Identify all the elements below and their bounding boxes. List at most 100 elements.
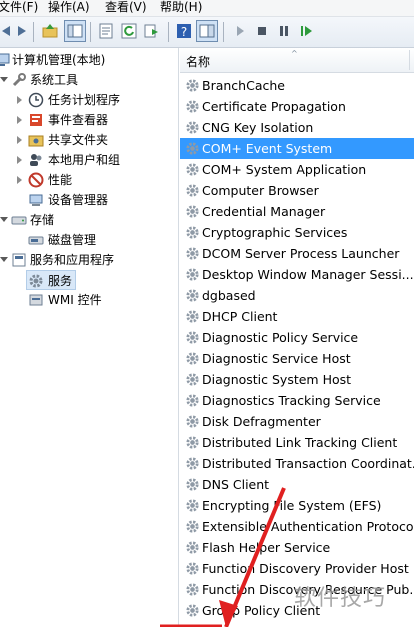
service-row[interactable]: Diagnostic Policy Service <box>180 327 414 348</box>
tree-item-root[interactable]: 计算机管理(本地) <box>0 50 178 70</box>
tree-item-system-tools[interactable]: 系统工具 <box>0 70 178 90</box>
menu-action[interactable]: 操作(A) <box>48 0 90 16</box>
tree-label-services-apps: 服务和应用程序 <box>30 253 115 267</box>
menu-help[interactable]: 帮助(H) <box>160 0 202 16</box>
event-viewer-icon <box>30 114 42 126</box>
tree-label-wmi: WMI 控件 <box>48 293 102 307</box>
collapse-arrow-icon[interactable] <box>0 257 8 262</box>
show-tree-button[interactable] <box>64 20 86 42</box>
service-row[interactable]: Computer Browser <box>180 180 414 201</box>
services-list: 名称 ^ BranchCache Certificate Propagation C… <box>180 48 414 627</box>
gear-icon <box>186 100 199 113</box>
service-row[interactable]: Distributed Transaction Coordinat... <box>180 453 414 474</box>
service-name: DNS Client <box>202 477 270 492</box>
tree-item-performance[interactable]: 性能 <box>0 170 178 190</box>
service-row[interactable]: Flash Helper Service <box>180 537 414 558</box>
export-icon[interactable] <box>144 23 160 39</box>
gear-icon <box>186 79 199 92</box>
tree-label-event-viewer: 事件查看器 <box>48 113 109 127</box>
service-row[interactable]: DHCP Client <box>180 306 414 327</box>
tree-item-shared-folders[interactable]: 共享文件夹 <box>0 130 178 150</box>
tree-item-event-viewer[interactable]: 事件查看器 <box>0 110 178 130</box>
tree-item-device-manager[interactable]: 设备管理器 <box>0 190 178 210</box>
pause-icon[interactable] <box>276 23 292 39</box>
gear-icon <box>186 142 199 155</box>
menu-bar: 文件(F) 操作(A) 查看(V) 帮助(H) <box>0 0 414 17</box>
gear-icon <box>186 226 199 239</box>
service-row[interactable]: Diagnostic Service Host <box>180 348 414 369</box>
disk-management-icon <box>28 236 44 245</box>
tree-item-services[interactable]: 服务 <box>26 270 76 290</box>
tree-label-task-scheduler: 任务计划程序 <box>48 93 121 107</box>
wmi-icon <box>29 294 43 306</box>
column-divider[interactable] <box>409 50 410 70</box>
computer-management-icon <box>0 53 10 66</box>
toolbar-separator <box>33 22 34 42</box>
help-icon[interactable]: ? <box>176 23 192 39</box>
service-row[interactable]: Credential Manager <box>180 201 414 222</box>
service-name: BranchCache <box>202 78 285 93</box>
tree-item-local-users[interactable]: 本地用户和组 <box>0 150 178 170</box>
console-icon <box>199 24 215 38</box>
tree-item-disk-management[interactable]: 磁盘管理 <box>0 230 178 250</box>
properties-icon[interactable] <box>98 23 114 39</box>
gear-icon <box>186 394 199 407</box>
storage-icon <box>11 216 27 225</box>
service-row[interactable]: DNS Client <box>180 474 414 495</box>
shared-folder-icon <box>28 135 44 147</box>
toolbar-separator <box>168 22 169 42</box>
gear-icon <box>186 604 199 617</box>
service-row[interactable]: Diagnostic System Host <box>180 369 414 390</box>
menu-file[interactable]: 文件(F) <box>0 0 38 16</box>
tree-label-root: 计算机管理(本地) <box>12 53 106 67</box>
service-row[interactable]: Certificate Propagation <box>180 96 414 117</box>
service-name: Distributed Transaction Coordinat... <box>202 456 414 471</box>
service-row[interactable]: DCOM Server Process Launcher <box>180 243 414 264</box>
services-apps-icon <box>12 253 26 267</box>
service-row[interactable]: COM+ System Application <box>180 159 414 180</box>
tree-item-services-apps[interactable]: 服务和应用程序 <box>0 250 178 270</box>
service-row[interactable]: dgbased <box>180 285 414 306</box>
tree-label-local-users: 本地用户和组 <box>48 153 121 167</box>
tree-item-storage[interactable]: 存储 <box>0 210 178 230</box>
expand-arrow-icon[interactable] <box>17 176 22 184</box>
toolbar: ? <box>0 17 414 48</box>
tree-item-wmi[interactable]: WMI 控件 <box>0 290 178 310</box>
expand-arrow-icon[interactable] <box>17 116 22 124</box>
refresh-icon[interactable] <box>121 23 137 39</box>
forward-icon[interactable] <box>14 23 30 39</box>
performance-icon <box>28 172 44 188</box>
service-row[interactable]: Extensible Authentication Protocol <box>180 516 414 537</box>
back-icon[interactable] <box>0 23 14 39</box>
restart-icon[interactable] <box>298 23 314 39</box>
expand-arrow-icon[interactable] <box>17 156 22 164</box>
service-row[interactable]: BranchCache <box>180 75 414 96</box>
play-icon[interactable] <box>232 23 248 39</box>
expand-arrow-icon[interactable] <box>17 136 22 144</box>
collapse-arrow-icon[interactable] <box>0 217 8 222</box>
service-name: Flash Helper Service <box>202 540 331 555</box>
service-name: DHCP Client <box>202 309 278 324</box>
service-row[interactable]: Encrypting File System (EFS) <box>180 495 414 516</box>
service-row[interactable]: Diagnostics Tracking Service <box>180 390 414 411</box>
console-button[interactable] <box>196 20 218 42</box>
gear-icon <box>186 457 199 470</box>
service-row[interactable]: Desktop Window Manager Sessi... <box>180 264 414 285</box>
service-name: dgbased <box>202 288 256 303</box>
service-row[interactable]: Distributed Link Tracking Client <box>180 432 414 453</box>
service-row[interactable]: Disk Defragmenter <box>180 411 414 432</box>
column-header-name[interactable]: 名称 <box>186 53 210 70</box>
collapse-arrow-icon[interactable] <box>0 77 8 82</box>
menu-view[interactable]: 查看(V) <box>105 0 147 16</box>
service-name: Extensible Authentication Protocol <box>202 519 414 534</box>
stop-icon[interactable] <box>254 23 270 39</box>
up-folder-icon[interactable] <box>42 23 58 39</box>
service-row[interactable]: Cryptographic Services <box>180 222 414 243</box>
service-row[interactable]: COM+ Event System <box>180 138 414 159</box>
service-row[interactable]: CNG Key Isolation <box>180 117 414 138</box>
gear-icon <box>186 310 199 323</box>
service-name: Function Discovery Provider Host <box>202 561 409 576</box>
service-row[interactable]: Function Discovery Provider Host <box>180 558 414 579</box>
expand-arrow-icon[interactable] <box>17 96 22 104</box>
tree-item-task-scheduler[interactable]: 任务计划程序 <box>0 90 178 110</box>
